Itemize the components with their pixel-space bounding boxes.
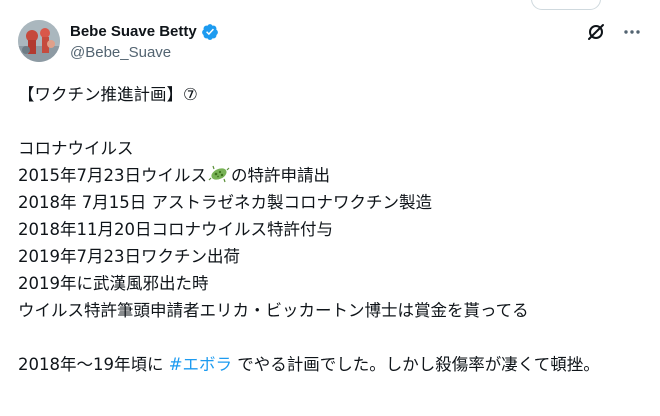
user-handle[interactable]: @Bebe_Suave (70, 43, 219, 63)
name-row: Bebe Suave Betty (70, 22, 219, 42)
hashtag-link[interactable]: #エボラ (169, 355, 232, 374)
more-dots-icon[interactable] (622, 22, 642, 42)
tweet-line: 2015年7月23日ウイルス の特許申請出 (18, 162, 642, 189)
grok-slash-icon[interactable] (586, 22, 606, 42)
avatar-image (18, 20, 60, 62)
tweet-text-segment: でやる計画でした。しかし殺傷率が凄くて頓挫。 (232, 355, 600, 374)
tweet-line: 2018年11月20日コロナウイルス特許付与 (18, 220, 333, 239)
microbe-icon (208, 164, 230, 184)
tweet-line: 2019年7月23日ワクチン出荷 (18, 247, 240, 266)
display-name[interactable]: Bebe Suave Betty (70, 22, 197, 42)
tweet-text: 【ワクチン推進計画】⑦ コロナウイルス 2015年7月23日ウイルス の特許申請… (18, 81, 642, 378)
tweet-line: 2019年に武漢風邪出た時 (18, 274, 209, 293)
tweet-line: 2018年 7月15日 アストラゼネカ製コロナワクチン製造 (18, 193, 432, 212)
tweet-text-segment: の特許申請出 (231, 166, 330, 185)
header-actions (586, 22, 642, 42)
avatar[interactable] (18, 20, 60, 62)
tweet-text-segment: 2015年7月23日ウイルス (18, 166, 207, 185)
top-button-fragment[interactable] (531, 0, 601, 10)
tweet-line: 【ワクチン推進計画】⑦ (18, 85, 198, 104)
tweet-line: 2018年〜19年頃に #エボラ でやる計画でした。しかし殺傷率が凄くて頓挫。 (18, 351, 642, 378)
user-info: Bebe Suave Betty @Bebe_Suave (70, 22, 219, 63)
tweet-line: コロナウイルス (18, 139, 134, 158)
verified-badge-icon[interactable] (201, 23, 219, 41)
tweet-card: Bebe Suave Betty @Bebe_Suave 【ワクチン推進計画】⑦… (0, 0, 660, 416)
tweet-line: ウイルス特許筆頭申請者エリカ・ビッカートン博士は賞金を貰ってる (18, 301, 529, 320)
tweet-text-segment: 2018年〜19年頃に (18, 355, 169, 374)
